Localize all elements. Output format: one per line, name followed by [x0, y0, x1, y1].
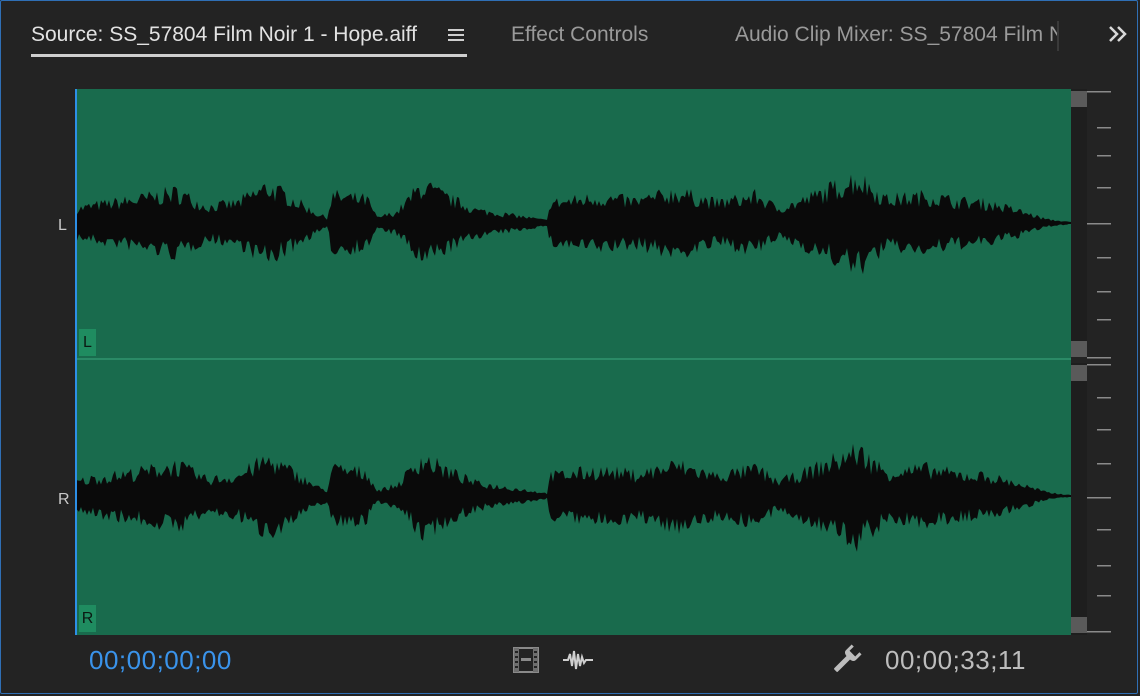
ruler-tick — [1087, 497, 1111, 499]
playhead[interactable] — [75, 89, 77, 635]
waveform-channel-path — [77, 174, 1071, 275]
channel-left-scrollbar[interactable] — [1071, 89, 1087, 357]
ruler-tick — [1097, 429, 1111, 431]
waveform-icon[interactable] — [561, 643, 595, 677]
ruler-tick — [1097, 319, 1111, 321]
current-timecode[interactable]: 00;00;00;00 — [89, 645, 232, 676]
tab-effect-controls-label: Effect Controls — [511, 23, 649, 46]
ruler-tick — [1097, 187, 1111, 189]
channel-left-side-label: L — [58, 217, 67, 234]
audio-waveform — [77, 174, 1071, 552]
ruler-tick — [1087, 631, 1111, 633]
ruler-tick — [1087, 364, 1111, 366]
ruler-tick — [1097, 257, 1111, 259]
tab-effect-controls[interactable]: Effect Controls — [511, 19, 648, 59]
ruler-tick — [1097, 595, 1111, 597]
ruler-tick — [1087, 357, 1111, 359]
channel-right-side-label: R — [58, 491, 70, 508]
scroll-handle-top[interactable] — [1071, 91, 1087, 107]
ruler-tick — [1097, 155, 1111, 157]
channel-right-badge: R — [79, 605, 96, 632]
tab-source[interactable]: Source: SS_57804 Film Noir 1 - Hope.aiff — [31, 19, 467, 59]
hamburger-icon[interactable] — [445, 19, 467, 51]
tab-source-label: Source: SS_57804 Film Noir 1 - Hope.aiff — [31, 23, 417, 46]
double-chevron-right-icon[interactable] — [1105, 21, 1131, 47]
ruler-tick — [1097, 127, 1111, 129]
active-tab-underline — [31, 54, 467, 57]
scroll-handle-top[interactable] — [1071, 365, 1087, 381]
source-monitor-panel: Source: SS_57804 Film Noir 1 - Hope.aiff… — [0, 0, 1138, 694]
channel-left-badge: L — [79, 329, 96, 356]
scroll-handle-bottom[interactable] — [1071, 341, 1087, 357]
ruler-tick — [1087, 91, 1111, 93]
ruler-tick — [1097, 291, 1111, 293]
duration-timecode: 00;00;33;11 — [885, 645, 1026, 675]
tab-divider — [1057, 21, 1059, 51]
ruler-tick — [1097, 397, 1111, 399]
ruler-tick — [1097, 565, 1111, 567]
tab-audio-clip-mixer-label: Audio Clip Mixer: SS_57804 Film Noir 1 -… — [735, 23, 1057, 46]
scroll-handle-bottom[interactable] — [1071, 617, 1087, 633]
ruler-tick — [1087, 223, 1111, 225]
channel-separator — [77, 358, 1071, 360]
channel-right-scrollbar[interactable] — [1071, 363, 1087, 635]
waveform-channel-path — [77, 443, 1071, 552]
ruler-tick — [1097, 529, 1111, 531]
film-strip-icon[interactable] — [509, 643, 543, 677]
wrench-icon[interactable] — [829, 643, 863, 677]
level-ruler — [1087, 91, 1111, 633]
ruler-tick — [1097, 463, 1111, 465]
tab-audio-clip-mixer[interactable]: Audio Clip Mixer: SS_57804 Film Noir 1 -… — [735, 19, 1057, 59]
